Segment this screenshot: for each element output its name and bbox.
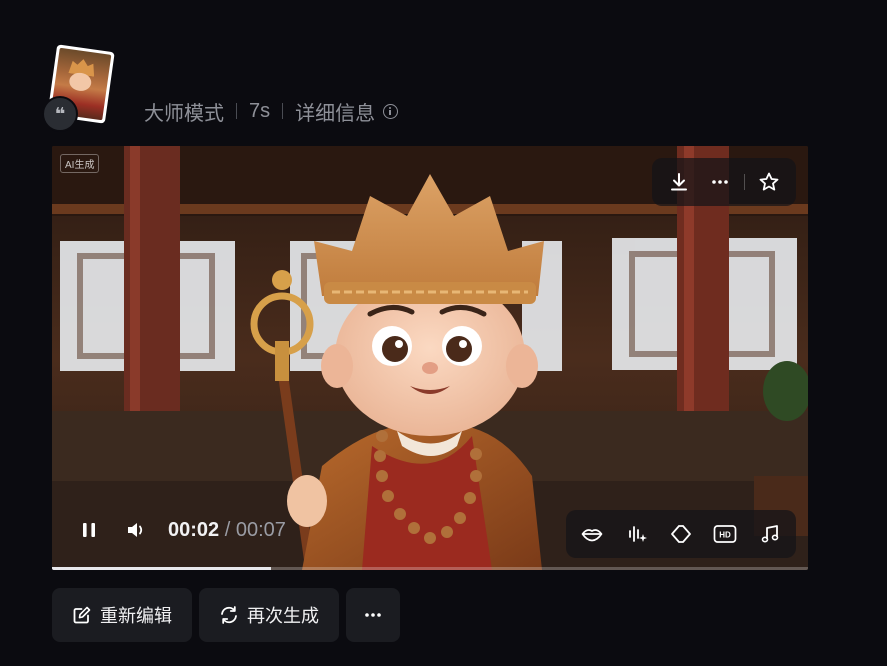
mode-label: 大师模式 — [144, 102, 224, 125]
more-icon[interactable] — [703, 165, 737, 199]
progress-bar[interactable] — [52, 567, 808, 570]
diamond-icon[interactable] — [664, 517, 698, 551]
bottom-toolbar: HD — [566, 510, 796, 558]
generation-meta: 大师模式 7s 详细信息 — [144, 96, 399, 126]
refresh-icon — [221, 606, 237, 624]
progress-fill — [52, 567, 272, 570]
hd-icon[interactable]: HD — [708, 517, 742, 551]
download-icon[interactable] — [662, 165, 696, 199]
divider — [744, 174, 746, 190]
quote-icon: ❝ — [42, 96, 78, 132]
time-display: 00:02 / 00:07 — [168, 519, 286, 542]
divider — [236, 103, 237, 119]
hd-label: HD — [720, 531, 732, 540]
re-edit-button[interactable]: 重新编辑 — [52, 588, 192, 642]
ai-generated-badge: AI生成 — [60, 154, 100, 173]
details-link[interactable]: 详细信息 — [295, 97, 375, 126]
edit-icon — [73, 606, 91, 624]
pause-icon[interactable] — [72, 513, 106, 547]
audio-sparkle-icon[interactable] — [620, 517, 654, 551]
divider — [282, 103, 284, 119]
time-separator: / — [224, 518, 231, 541]
quote-glyph: ❝ — [54, 104, 66, 124]
video-frame — [52, 146, 808, 570]
star-icon[interactable] — [752, 165, 786, 199]
video-player[interactable]: AI生成 00:02 / 00:07 HD — [52, 146, 808, 570]
regenerate-label: 再次生成 — [247, 606, 319, 626]
re-edit-label: 重新编辑 — [100, 606, 172, 626]
music-note-icon[interactable] — [753, 517, 787, 551]
more-actions-button[interactable] — [346, 588, 400, 642]
lips-icon[interactable] — [575, 517, 609, 551]
duration-label: 7s — [249, 99, 271, 122]
playback-controls: 00:02 / 00:07 — [72, 510, 286, 550]
current-time: 00:02 — [168, 518, 220, 541]
total-time: 00:07 — [235, 518, 286, 541]
volume-icon[interactable] — [120, 513, 154, 547]
top-toolbar — [652, 158, 796, 206]
action-bar: 重新编辑 再次生成 — [52, 588, 400, 642]
more-icon — [365, 613, 381, 617]
info-icon[interactable] — [383, 103, 399, 119]
regenerate-button[interactable]: 再次生成 — [199, 588, 339, 642]
